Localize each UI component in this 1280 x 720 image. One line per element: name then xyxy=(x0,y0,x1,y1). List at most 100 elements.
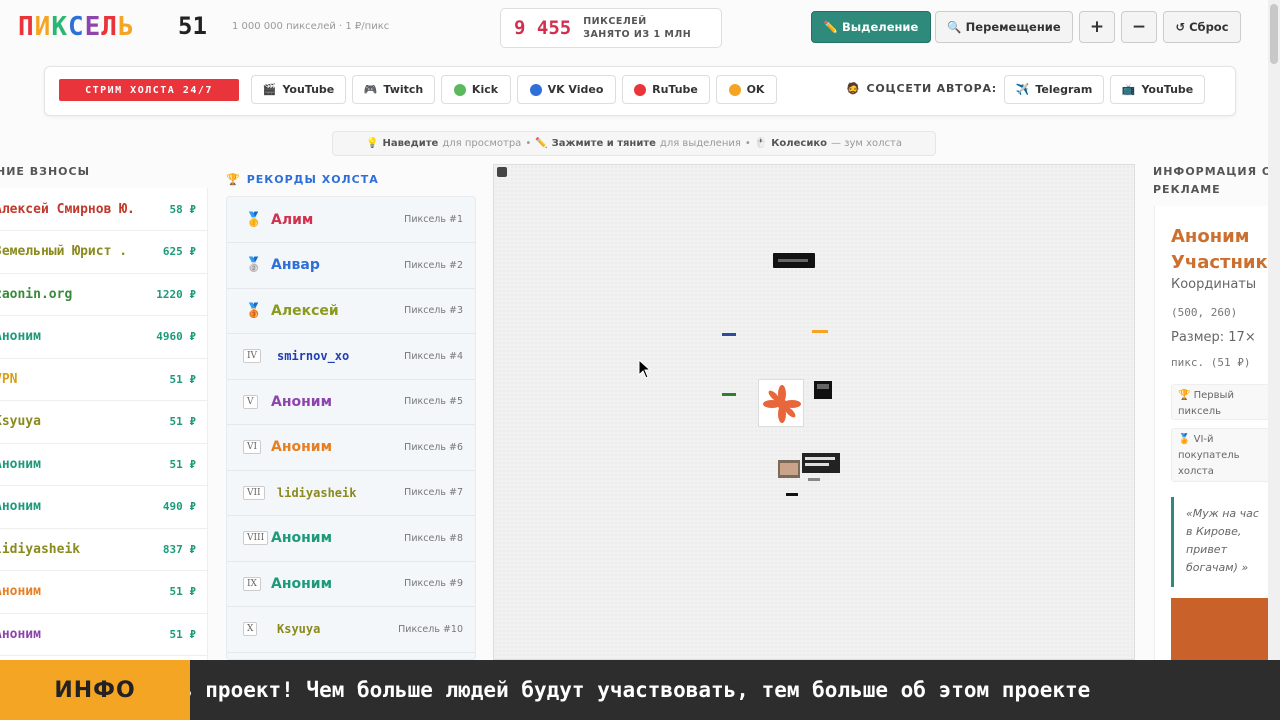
scrollbar-thumb[interactable] xyxy=(1270,4,1278,64)
move-mode-button[interactable]: 🔍 Перемещение xyxy=(935,11,1073,43)
tagline: 1 000 000 пикселей · 1 ₽/пикс xyxy=(232,21,390,32)
coords-value: (500, 260) xyxy=(1171,306,1238,319)
rutube-stream-link[interactable]: RuTube xyxy=(622,75,710,104)
record-row[interactable]: VII lidiyasheik Пиксель #7 xyxy=(227,470,475,516)
canvas-ad-block[interactable] xyxy=(722,333,736,336)
youtube-stream-link[interactable]: 🎬 YouTube xyxy=(251,75,346,104)
medal-icon: 🥈 xyxy=(245,257,263,273)
canvas-ad-block[interactable] xyxy=(773,253,815,268)
page-scrollbar[interactable] xyxy=(1268,0,1280,660)
record-name: lidiyasheik xyxy=(277,485,357,500)
twitch-stream-link[interactable]: 🎮 Twitch xyxy=(352,75,435,104)
canvas-flower-image[interactable] xyxy=(758,379,804,427)
record-row[interactable]: 🥈 Анвар Пиксель #2 xyxy=(227,243,475,289)
record-name: Аноним xyxy=(271,575,333,592)
zoom-in-button[interactable]: + xyxy=(1079,11,1115,43)
record-row[interactable]: 🥇 Алим Пиксель #1 xyxy=(227,197,475,243)
donation-row[interactable]: Ksyuya 51 ₽ xyxy=(0,401,207,444)
canvas-ad-block[interactable] xyxy=(814,381,832,399)
author-youtube-link[interactable]: 📺 YouTube xyxy=(1110,75,1205,104)
rank-badge: IV xyxy=(243,349,262,363)
record-row[interactable]: IX Аноним Пиксель #9 xyxy=(227,561,475,607)
record-pixel: Пиксель #10 xyxy=(398,623,463,635)
donor-name: VPN xyxy=(0,371,18,387)
rank-badge: X xyxy=(243,622,258,636)
donation-amount: 1220 ₽ xyxy=(156,287,196,301)
buyer-rank-badge: 🏅 VI-й покупатель холста xyxy=(1171,428,1280,482)
mouse-icon: 🖱️ xyxy=(754,138,768,149)
record-name: smirnov_xo xyxy=(277,349,350,363)
canvas-ad-block[interactable] xyxy=(722,393,736,396)
donor-name: Земельный Юрист . xyxy=(0,244,128,259)
ticker-label: Инфо xyxy=(0,660,190,720)
donor-name: Аноним xyxy=(0,499,41,514)
author-icon: 🧔 xyxy=(846,82,861,95)
rutube-dot-icon xyxy=(634,83,647,96)
paper-plane-icon: ✈️ xyxy=(1015,83,1030,96)
vk-dot-icon xyxy=(529,83,542,96)
zoom-out-button[interactable]: − xyxy=(1121,11,1157,43)
film-icon: 🎬 xyxy=(262,83,277,96)
donation-row[interactable]: Аноним 51 ₽ xyxy=(0,443,207,486)
donation-amount: 51 ₽ xyxy=(169,415,197,428)
donor-name: Ksyuya xyxy=(0,414,41,429)
medal-icon: 🥉 xyxy=(245,302,263,319)
donation-row[interactable]: Аноним 51 ₽ xyxy=(0,613,207,656)
size-value: пикс. (51 ₽) xyxy=(1171,356,1251,369)
donation-row[interactable]: VPN 51 ₽ xyxy=(0,358,207,401)
site-logo[interactable]: ПИКСЕЛЬ xyxy=(18,12,135,42)
record-row[interactable]: IV smirnov_xo Пиксель #4 xyxy=(227,334,475,380)
donation-row[interactable]: Аноним 490 ₽ xyxy=(0,486,207,529)
donations-list: Алексей Смирнов Ю. 58 ₽ Земельный Юрист . 6… xyxy=(0,188,208,660)
record-row[interactable]: 🥉 Алексей Пиксель #3 xyxy=(227,288,475,334)
ok-stream-link[interactable]: OK xyxy=(716,75,777,104)
quote-line: в Кирове, xyxy=(1186,525,1242,538)
donation-row[interactable]: zaonin.org 1220 ₽ xyxy=(0,273,207,316)
stream-badge[interactable]: стрим холста 24/7 xyxy=(59,79,239,101)
ad-owner-name: Аноним Участник xyxy=(1171,226,1268,273)
record-row[interactable]: VI Аноним Пиксель #6 xyxy=(227,425,475,471)
donation-row[interactable]: Аноним 51 ₽ xyxy=(0,571,207,614)
coords-label: Координаты xyxy=(1171,277,1257,292)
rank-badge: VIII xyxy=(243,531,269,545)
telegram-link[interactable]: ✈️ Telegram xyxy=(1004,75,1104,104)
record-pixel: Пиксель #3 xyxy=(404,305,463,316)
canvas-photo-block[interactable] xyxy=(778,460,800,478)
ad-info-card: Аноним Участник Координаты (500, 260) Раз… xyxy=(1154,206,1280,660)
record-pixel: Пиксель #2 xyxy=(404,259,463,271)
mouse-cursor-icon xyxy=(638,359,652,379)
canvas-ad-block[interactable] xyxy=(786,493,798,496)
record-pixel: Пиксель #4 xyxy=(404,350,463,362)
canvas-corner-icon[interactable] xyxy=(497,167,507,177)
vkvideo-stream-link[interactable]: VK Video xyxy=(517,75,616,104)
record-name: Аноним xyxy=(271,530,333,546)
record-row[interactable]: VIII Аноним Пиксель #8 xyxy=(227,516,475,562)
record-pixel: Пиксель #7 xyxy=(404,487,463,498)
logo-letter: Л xyxy=(101,12,118,42)
donation-row[interactable]: Аноним 4960 ₽ xyxy=(0,316,207,359)
donation-amount: 58 ₽ xyxy=(169,202,197,216)
rank-badge: V xyxy=(243,394,258,409)
canvas-ad-block[interactable] xyxy=(808,478,820,481)
usage-hint: 💡 Наведите для просмотра • ✏️ Зажмите и т… xyxy=(332,131,936,156)
pixel-canvas[interactable] xyxy=(493,164,1135,660)
donation-amount: 51 ₽ xyxy=(169,372,197,386)
select-mode-button[interactable]: ✏️ Выделение xyxy=(811,11,931,43)
canvas-ad-block[interactable] xyxy=(812,330,828,333)
donation-amount: 4960 ₽ xyxy=(156,330,196,343)
logo-letter: К xyxy=(51,12,68,42)
canvas-text-block[interactable] xyxy=(802,453,840,473)
donation-row[interactable]: Земельный Юрист . 625 ₽ xyxy=(0,231,207,274)
record-row[interactable]: X Ksyuya Пиксель #10 xyxy=(227,607,475,653)
donation-row[interactable]: Алексей Смирнов Ю. 58 ₽ xyxy=(0,188,207,231)
logo-letter: Ь xyxy=(117,12,135,42)
record-row[interactable]: V Аноним Пиксель #5 xyxy=(227,379,475,425)
donor-name: zaonin.org xyxy=(0,286,73,302)
first-pixel-badge: 🏆 Первый пиксель xyxy=(1171,384,1280,420)
donor-name: Аноним xyxy=(0,626,41,642)
kick-stream-link[interactable]: Kick xyxy=(441,75,511,104)
donation-row[interactable]: lidiyasheik 837 ₽ xyxy=(0,528,207,571)
logo-letter: Е xyxy=(84,12,102,42)
reset-button[interactable]: ↺ Сброс xyxy=(1163,11,1241,43)
record-row[interactable]: XIЗемельный Юрист . xyxy=(227,652,475,659)
